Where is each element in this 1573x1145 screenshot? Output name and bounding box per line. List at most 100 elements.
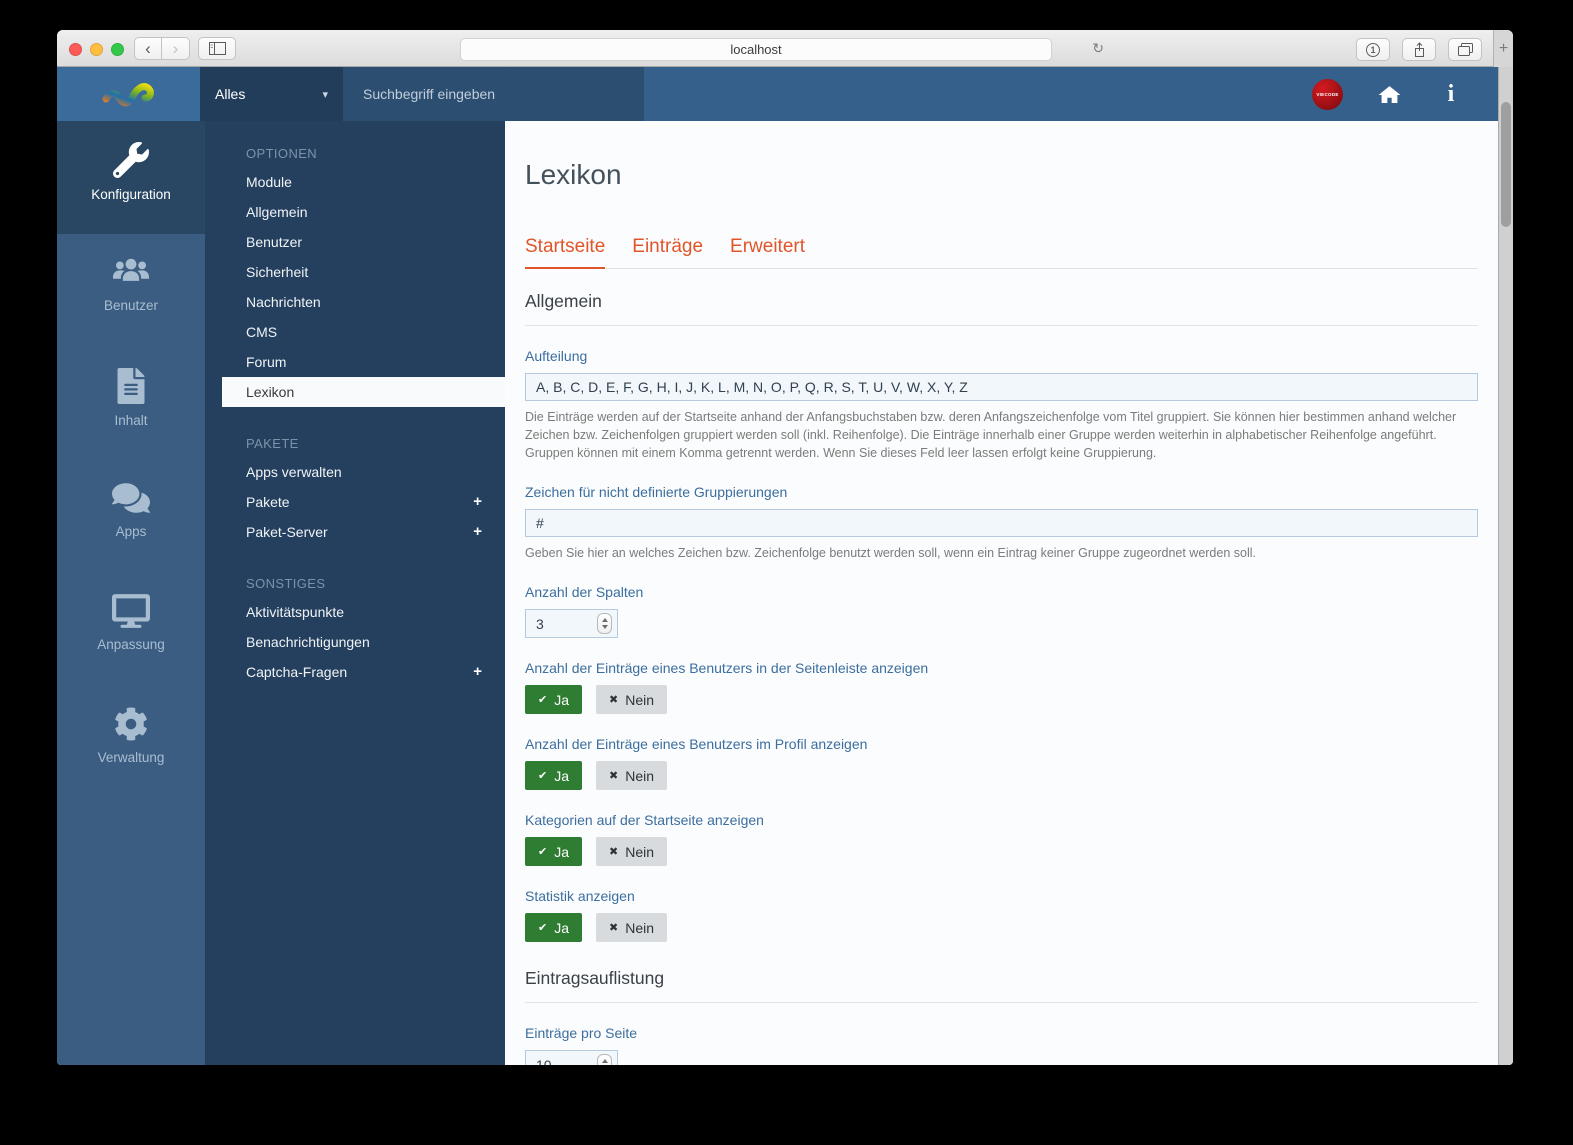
rail-item-benutzer[interactable]: Benutzer (57, 234, 205, 347)
ja-button[interactable]: ✔ Ja (525, 685, 582, 714)
section-heading-eintragsauflistung: Eintragsauflistung (525, 968, 1478, 1003)
wrench-icon (113, 142, 149, 178)
submenu-section-title: SONSTIGES (205, 571, 505, 597)
zoom-window-button[interactable] (111, 43, 124, 56)
spalten-input[interactable] (526, 615, 584, 633)
field-label-eintraege-pro-seite: Einträge pro Seite (525, 1025, 1478, 1041)
submenu-section-title: PAKETE (205, 431, 505, 457)
show-tabs-button[interactable] (1448, 38, 1482, 61)
chevron-down-icon: ▾ (322, 88, 328, 101)
plus-icon[interactable]: + (473, 487, 482, 517)
onepassword-button[interactable]: 1 (1356, 38, 1390, 61)
home-icon (1377, 83, 1402, 105)
submenu-item-aktivitaetspunkte[interactable]: Aktivitätspunkte (205, 597, 505, 627)
forward-button[interactable]: › (162, 37, 190, 60)
cross-icon: ✖ (609, 921, 618, 934)
share-icon (1413, 42, 1426, 58)
eintraege-pro-seite-number-field (525, 1050, 618, 1065)
eintraege-pro-seite-input[interactable] (526, 1056, 584, 1066)
submenu-item-paket-server[interactable]: Paket-Server + (205, 517, 505, 547)
scrollbar-thumb[interactable] (1501, 102, 1511, 227)
share-button[interactable] (1402, 38, 1436, 61)
stepper-up-icon[interactable] (602, 618, 608, 622)
number-stepper[interactable] (597, 613, 612, 634)
rail-item-label: Konfiguration (91, 187, 171, 202)
profil-toggle: ✔ Ja ✖ Nein (525, 761, 1478, 790)
stepper-up-icon[interactable] (602, 1059, 608, 1063)
statistik-toggle: ✔ Ja ✖ Nein (525, 913, 1478, 942)
ja-button[interactable]: ✔ Ja (525, 761, 582, 790)
rail-item-anpassung[interactable]: Anpassung (57, 573, 205, 686)
rail-item-label: Verwaltung (98, 750, 165, 765)
gruppierungszeichen-input[interactable] (525, 509, 1478, 537)
info-icon: i (1448, 81, 1455, 108)
cross-icon: ✖ (609, 693, 618, 706)
search-scope-dropdown[interactable]: Alles ▾ (200, 67, 343, 121)
sidebar-icon (209, 42, 226, 55)
submenu-item-lexikon[interactable]: Lexikon (222, 377, 505, 407)
minimize-window-button[interactable] (90, 43, 103, 56)
check-icon: ✔ (538, 769, 547, 782)
main-menu-rail: Konfiguration Benutzer Inhalt Apps (57, 121, 205, 1065)
rail-item-konfiguration[interactable]: Konfiguration (57, 121, 205, 234)
cross-icon: ✖ (609, 845, 618, 858)
tab-erweitert[interactable]: Erweitert (730, 236, 805, 268)
home-button[interactable] (1373, 83, 1405, 105)
nein-button[interactable]: ✖ Nein (596, 761, 667, 790)
nein-button[interactable]: ✖ Nein (596, 913, 667, 942)
submenu-item-captcha-fragen[interactable]: Captcha-Fragen + (205, 657, 505, 687)
woltlab-logo[interactable] (57, 67, 200, 121)
submenu-item-sicherheit[interactable]: Sicherheit (205, 257, 505, 287)
reload-icon[interactable]: ↻ (1092, 40, 1104, 57)
ja-button[interactable]: ✔ Ja (525, 913, 582, 942)
stepper-down-icon[interactable] (602, 625, 608, 629)
ja-button[interactable]: ✔ Ja (525, 837, 582, 866)
close-window-button[interactable] (69, 43, 82, 56)
submenu-section-title: OPTIONEN (205, 141, 505, 167)
rail-item-apps[interactable]: Apps (57, 460, 205, 573)
browser-toolbar: ‹ › localhost ↻ 1 (57, 30, 1513, 67)
field-label-profil: Anzahl der Einträge eines Benutzers im P… (525, 736, 1478, 752)
chat-bubbles-icon (112, 481, 150, 515)
new-tab-button[interactable]: + (1493, 30, 1513, 67)
kategorien-toggle: ✔ Ja ✖ Nein (525, 837, 1478, 866)
submenu-item-apps-verwalten[interactable]: Apps verwalten (205, 457, 505, 487)
submenu-item-allgemein[interactable]: Allgemein (205, 197, 505, 227)
tabs-icon (1458, 43, 1473, 56)
submenu-item-cms[interactable]: CMS (205, 317, 505, 347)
rail-item-inhalt[interactable]: Inhalt (57, 347, 205, 460)
submenu-item-nachrichten[interactable]: Nachrichten (205, 287, 505, 317)
tab-eintraege[interactable]: Einträge (632, 236, 703, 268)
submenu-item-pakete[interactable]: Pakete + (205, 487, 505, 517)
field-description: Geben Sie hier an welches Zeichen bzw. Z… (525, 544, 1478, 562)
tab-startseite[interactable]: Startseite (525, 236, 605, 269)
window-controls (69, 43, 124, 56)
info-button[interactable]: i (1435, 81, 1467, 108)
scope-selected-label: Alles (215, 86, 322, 102)
plus-icon[interactable]: + (473, 517, 482, 547)
address-bar[interactable]: localhost (460, 38, 1052, 61)
aufteilung-input[interactable] (525, 373, 1478, 401)
spalten-number-field (525, 609, 618, 638)
rail-item-label: Apps (116, 524, 147, 539)
logo-w-icon (99, 75, 159, 113)
page-scrollbar[interactable] (1498, 67, 1513, 1065)
main-content: Lexikon Startseite Einträge Erweitert Al… (505, 121, 1498, 1065)
field-label-gruppierungszeichen: Zeichen für nicht definierte Gruppierung… (525, 484, 1478, 500)
submenu-item-benutzer[interactable]: Benutzer (205, 227, 505, 257)
url-text: localhost (730, 42, 781, 57)
back-button[interactable]: ‹ (134, 37, 162, 60)
search-input[interactable] (361, 85, 626, 103)
config-submenu: OPTIONEN Module Allgemein Benutzer Siche… (205, 121, 505, 1065)
viecode-badge[interactable]: VIECODE (1312, 79, 1343, 110)
rail-item-verwaltung[interactable]: Verwaltung (57, 686, 205, 799)
sidebar-toggle-button[interactable] (198, 37, 236, 60)
submenu-item-forum[interactable]: Forum (205, 347, 505, 377)
nein-button[interactable]: ✖ Nein (596, 837, 667, 866)
plus-icon[interactable]: + (473, 657, 482, 687)
nein-button[interactable]: ✖ Nein (596, 685, 667, 714)
number-stepper[interactable] (597, 1054, 612, 1065)
submenu-item-module[interactable]: Module (205, 167, 505, 197)
submenu-item-benachrichtigungen[interactable]: Benachrichtigungen (205, 627, 505, 657)
section-heading-allgemein: Allgemein (525, 291, 1478, 326)
